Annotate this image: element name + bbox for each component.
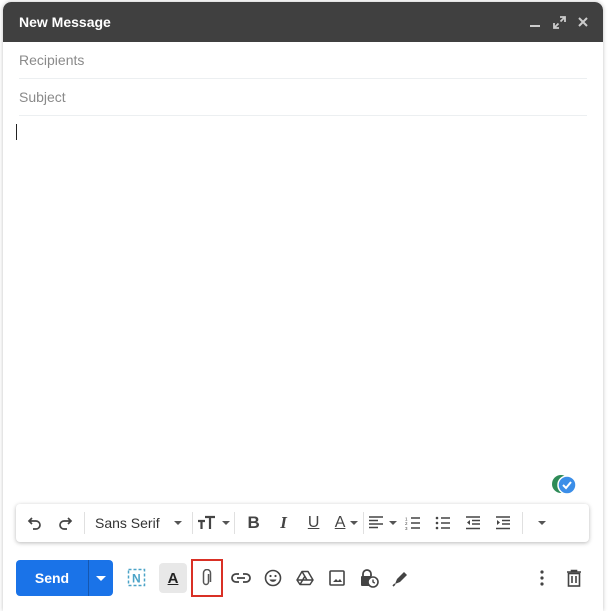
bottom-toolbar: Send N A xyxy=(16,559,588,597)
svg-text:N: N xyxy=(132,572,141,586)
pen-icon xyxy=(392,572,407,587)
insert-drive-button[interactable] xyxy=(291,563,319,593)
indent-less-icon xyxy=(465,516,480,530)
message-body[interactable] xyxy=(16,118,584,498)
notion-icon: N xyxy=(127,568,146,587)
undo-icon xyxy=(27,517,41,530)
redo-icon xyxy=(59,517,73,530)
redo-button[interactable] xyxy=(50,508,80,538)
font-size-icon xyxy=(197,515,215,529)
undo-button[interactable] xyxy=(20,508,50,538)
text-cursor xyxy=(16,124,17,140)
separator xyxy=(362,512,364,534)
chevron-down-icon xyxy=(389,521,398,525)
indent-more-button[interactable] xyxy=(488,508,518,538)
chevron-down-icon xyxy=(173,521,182,525)
paperclip-icon xyxy=(202,569,212,586)
trash-icon xyxy=(567,569,581,587)
bulleted-list-icon xyxy=(435,516,450,530)
bulleted-list-button[interactable] xyxy=(428,508,458,538)
grammarly-icon[interactable] xyxy=(551,472,577,498)
send-options-button[interactable] xyxy=(88,560,113,596)
attach-files-button[interactable] xyxy=(191,559,223,597)
italic-icon: I xyxy=(280,513,287,532)
bold-button[interactable]: B xyxy=(239,508,269,538)
subject-input[interactable] xyxy=(19,89,587,105)
font-select[interactable]: Sans Serif xyxy=(89,508,188,538)
recipients-field[interactable] xyxy=(19,42,587,79)
window-title: New Message xyxy=(19,14,111,30)
text-format-icon: A xyxy=(167,569,179,587)
text-color-button[interactable]: A xyxy=(329,508,359,538)
align-button[interactable] xyxy=(368,508,398,538)
indent-more-icon xyxy=(495,516,510,530)
font-name: Sans Serif xyxy=(95,515,160,531)
more-options-button[interactable] xyxy=(528,563,556,593)
numbered-list-icon: 123 xyxy=(405,517,420,530)
drive-icon xyxy=(296,570,314,586)
underline-icon: U xyxy=(307,514,320,531)
discard-draft-button[interactable] xyxy=(560,563,588,593)
lock-clock-icon xyxy=(361,569,379,588)
text-color-icon: A xyxy=(334,514,346,531)
chevron-down-icon xyxy=(537,521,546,525)
align-left-icon xyxy=(369,516,384,529)
chevron-down-icon xyxy=(350,521,359,525)
confidential-mode-button[interactable] xyxy=(355,563,383,593)
subject-field[interactable] xyxy=(19,79,587,116)
font-size-button[interactable] xyxy=(197,508,230,538)
title-bar: New Message xyxy=(3,2,603,42)
more-formatting-button[interactable] xyxy=(527,508,557,538)
svg-text:3: 3 xyxy=(405,526,408,530)
formatting-options-button[interactable]: A xyxy=(159,563,187,593)
indent-less-button[interactable] xyxy=(458,508,488,538)
link-icon xyxy=(231,573,251,583)
close-icon[interactable] xyxy=(575,14,591,30)
emoji-icon xyxy=(264,569,282,587)
numbered-list-button[interactable]: 123 xyxy=(398,508,428,538)
notion-extension-button[interactable]: N xyxy=(123,563,151,593)
send-group: Send xyxy=(16,560,113,596)
more-vert-icon xyxy=(540,570,544,586)
separator xyxy=(84,512,85,534)
underline-button[interactable]: U xyxy=(299,508,329,538)
fullscreen-icon[interactable] xyxy=(551,14,567,30)
photo-icon xyxy=(329,570,345,586)
insert-emoji-button[interactable] xyxy=(259,563,287,593)
send-button[interactable]: Send xyxy=(16,560,88,596)
recipients-input[interactable] xyxy=(19,52,587,68)
insert-photo-button[interactable] xyxy=(323,563,351,593)
minimize-icon[interactable] xyxy=(527,14,543,30)
chevron-down-icon xyxy=(221,521,230,525)
separator xyxy=(233,512,235,534)
separator xyxy=(521,512,523,534)
separator xyxy=(191,512,193,534)
italic-button[interactable]: I xyxy=(269,508,299,538)
insert-signature-button[interactable] xyxy=(387,563,415,593)
chevron-down-icon xyxy=(96,575,106,581)
formatting-toolbar: Sans Serif B I U A 123 xyxy=(16,504,589,542)
insert-link-button[interactable] xyxy=(227,563,255,593)
bold-icon: B xyxy=(247,513,260,532)
